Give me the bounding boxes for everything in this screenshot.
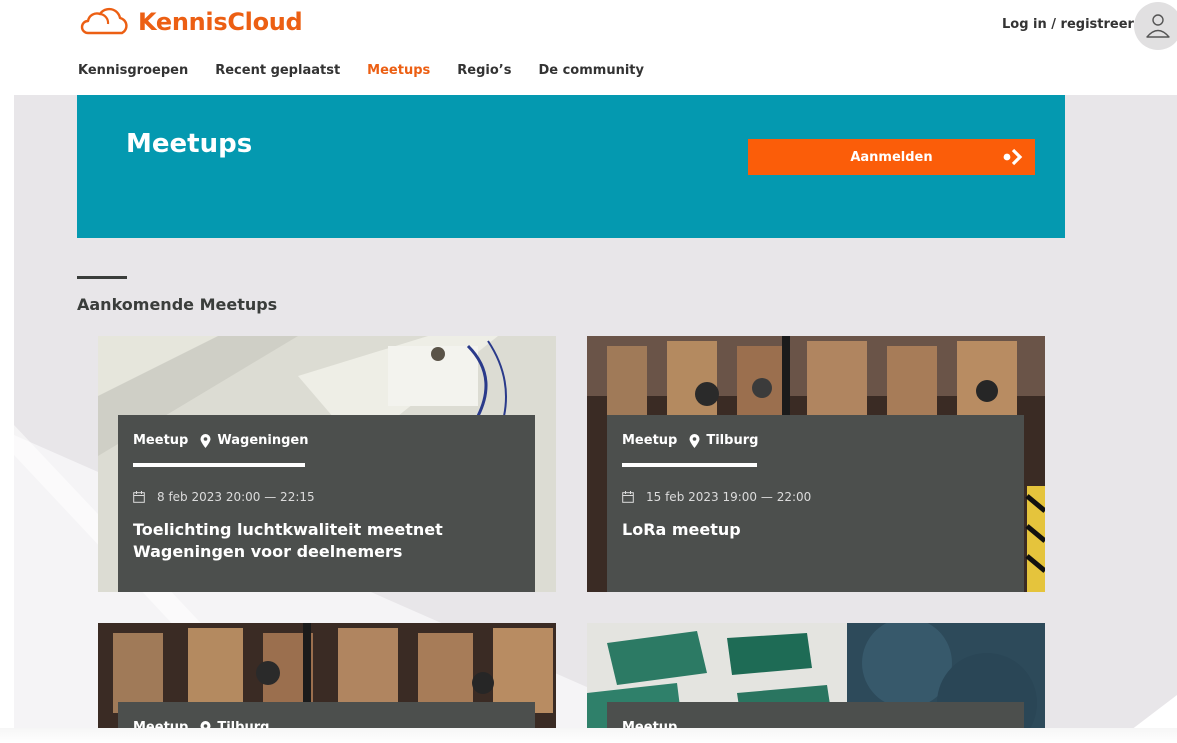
hero-banner: Meetups Aanmelden [77,95,1065,238]
nav-item-kennisgroepen[interactable]: Kennisgroepen [78,63,188,78]
main-nav: Kennisgroepen Recent geplaatst Meetups R… [78,63,671,78]
nav-item-meetups[interactable]: Meetups [367,63,430,78]
card-meta: Meetup Tilburg [622,433,758,448]
card-meta: Meetup Wageningen [133,433,308,448]
bottom-fade [0,728,1177,743]
card-panel: Meetup Wageningen 8 feb 2023 20:00 — 22:… [118,415,535,592]
section-title: Aankomende Meetups [77,295,278,314]
nav-item-recent-geplaatst[interactable]: Recent geplaatst [215,63,340,78]
user-icon [1146,14,1170,38]
card-location: Tilburg [706,433,759,448]
card-title[interactable]: LoRa meetup [622,519,1012,541]
logo[interactable]: KennisCloud [78,6,303,38]
card-date-text: 8 feb 2023 20:00 — 22:15 [157,490,315,504]
meetup-card[interactable]: Meetup Tilburg 15 feb 2023 19:00 — 22:00… [587,336,1045,592]
calendar-icon [133,491,145,503]
card-type: Meetup [133,433,189,448]
card-type: Meetup [622,433,678,448]
arrow-right-icon [1003,148,1023,166]
nav-item-de-community[interactable]: De community [538,63,644,78]
card-date: 8 feb 2023 20:00 — 22:15 [133,490,315,504]
cloud-logo-icon [80,7,128,35]
nav-item-regios[interactable]: Regio’s [457,63,511,78]
card-date: 15 feb 2023 19:00 — 22:00 [622,490,811,504]
site-header: KennisCloud Log in / registreer Kennisgr… [0,0,1177,95]
meetup-card[interactable]: Meetup Wageningen 8 feb 2023 20:00 — 22:… [98,336,556,592]
location-pin-icon [689,433,700,448]
location-pin-icon [200,433,211,448]
meetup-card[interactable]: Meetup [587,623,1045,743]
calendar-icon [622,491,634,503]
section-divider [77,276,127,279]
user-avatar-button[interactable] [1134,2,1177,50]
page-title: Meetups [126,129,253,159]
logo-text: KennisCloud [138,8,303,36]
card-title[interactable]: Toelichting luchtkwaliteit meetnet Wagen… [133,519,523,563]
card-panel: Meetup Tilburg 15 feb 2023 19:00 — 22:00… [607,415,1024,592]
meetup-card[interactable]: Meetup Tilburg [98,623,556,743]
card-location: Wageningen [217,433,309,448]
card-date-text: 15 feb 2023 19:00 — 22:00 [646,490,812,504]
card-underline [133,463,305,467]
signup-button[interactable]: Aanmelden [748,139,1035,175]
signup-button-label: Aanmelden [850,149,933,165]
login-register-link[interactable]: Log in / registreer [1002,17,1134,32]
card-underline [622,463,757,467]
